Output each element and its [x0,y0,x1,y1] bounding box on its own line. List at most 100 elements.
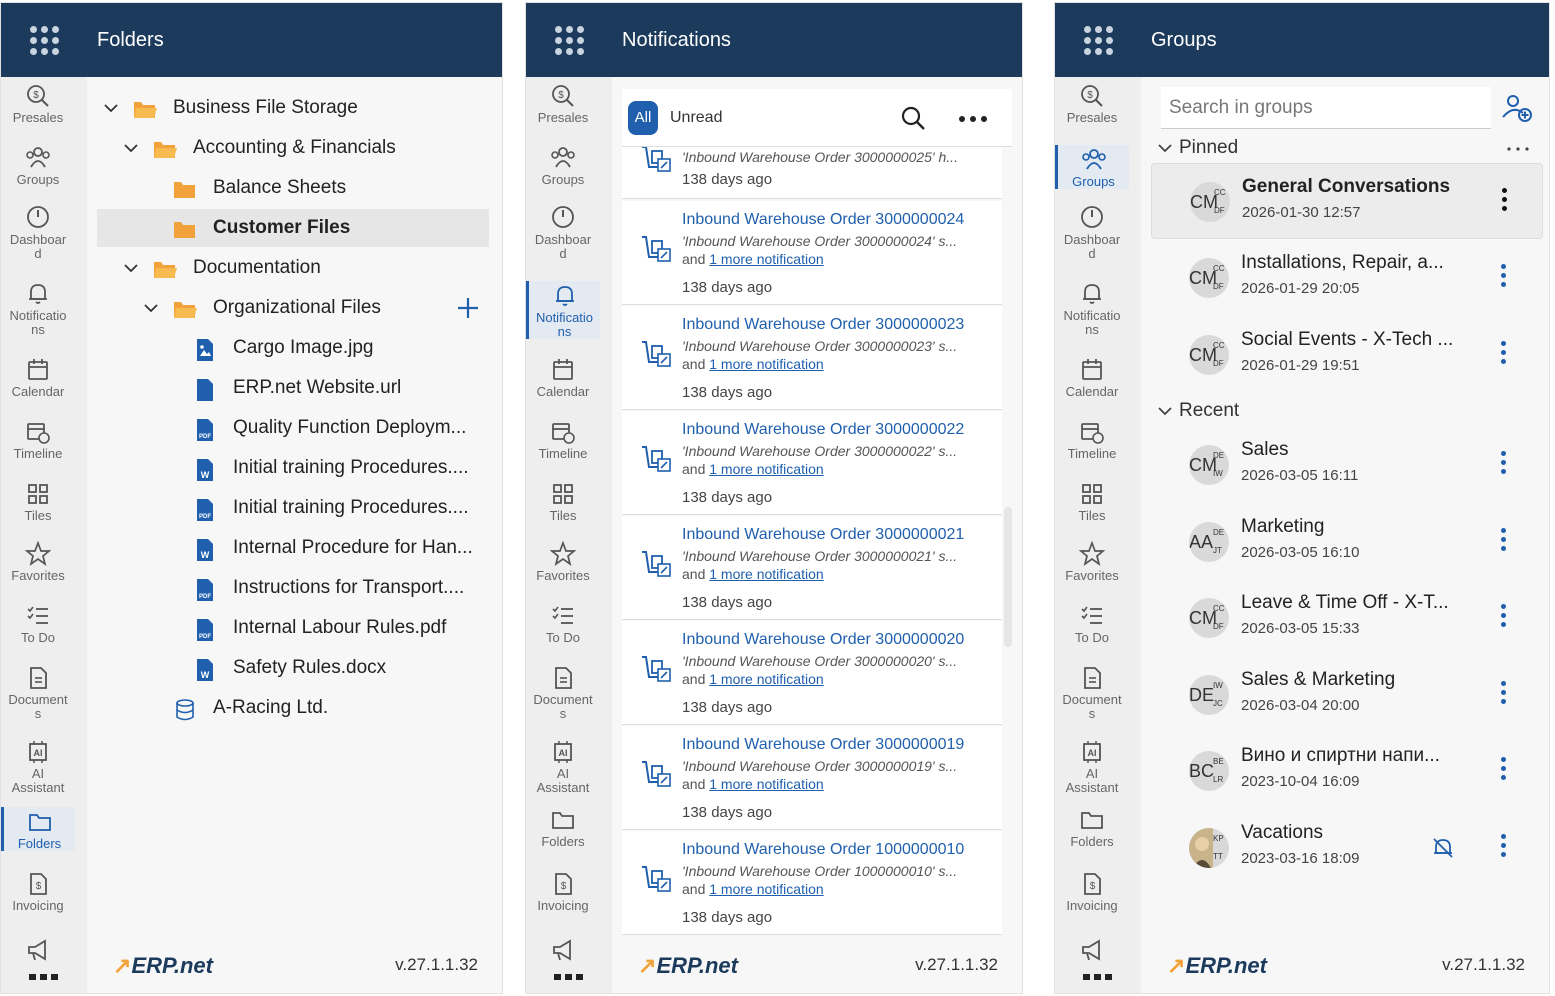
tree-item[interactable]: Balance Sheets [97,169,489,207]
tree-item[interactable]: W Internal Procedure for Han... [97,529,489,567]
search-icon[interactable] [900,105,926,131]
more-notification-link[interactable]: 1 more notification [709,671,823,687]
tree-item[interactable]: Business File Storage [97,89,489,127]
notification-title[interactable]: Inbound Warehouse Order 3000000023 [682,316,964,334]
more-notification-link[interactable]: 1 more notification [709,356,823,372]
nav-item-favorites[interactable]: Favorites [1055,541,1129,583]
nav-item-groups[interactable]: Groups [1055,145,1129,189]
megaphone-icon[interactable] [1079,937,1105,963]
tree-item[interactable]: PDF Internal Labour Rules.pdf [97,609,489,647]
tree-item[interactable]: W Initial training Procedures.... [97,449,489,487]
nav-item-documents[interactable]: Document s [1055,665,1129,721]
megaphone-icon[interactable] [550,937,576,963]
nav-item-notifications[interactable]: Notificatio ns [1055,281,1129,337]
more-notification-link[interactable]: 1 more notification [709,776,823,792]
nav-more-icon[interactable] [1083,973,1113,981]
notification-item[interactable]: Inbound Warehouse Order 3000000024 'Inbou… [622,201,1002,305]
tree-item[interactable]: Accounting & Financials [97,129,489,167]
apps-grid-button[interactable] [1,3,87,77]
group-row[interactable]: AA DE JT Marketing 2026-03-05 16:10 [1151,504,1543,580]
notification-title[interactable]: Inbound Warehouse Order 3000000021 [682,526,964,544]
nav-item-presales[interactable]: $ Presales [1055,83,1129,125]
pinned-more-icon[interactable] [1507,147,1529,151]
group-menu-icon[interactable] [1501,757,1507,784]
nav-item-ai[interactable]: AI AI Assistant [526,739,600,795]
group-menu-icon[interactable] [1501,833,1507,861]
notification-item[interactable]: Inbound Warehouse Order 1000000010 'Inbou… [622,831,1002,935]
notification-item[interactable]: 'Inbound Warehouse Order 3000000025' h..… [622,147,1002,199]
nav-item-todo[interactable]: To Do [526,603,600,645]
tree-item[interactable]: PDF Quality Function Deploym... [97,409,489,447]
recent-section-header[interactable]: Recent [1157,400,1239,422]
nav-item-invoicing[interactable]: $ Invoicing [1055,871,1129,913]
tree-item[interactable]: Organizational Files [97,289,489,327]
nav-item-timeline[interactable]: Timeline [1,419,75,461]
megaphone-icon[interactable] [25,937,51,963]
group-row[interactable]: CM DE IW Sales 2026-03-05 16:11 [1151,427,1543,503]
add-group-icon[interactable] [1501,93,1533,123]
chevron-down-icon[interactable] [143,301,159,315]
nav-item-calendar[interactable]: Calendar [526,357,600,399]
notification-item[interactable]: Inbound Warehouse Order 3000000022 'Inbou… [622,411,1002,515]
nav-item-groups[interactable]: Groups [1,145,75,187]
more-notification-link[interactable]: 1 more notification [709,566,823,582]
nav-item-favorites[interactable]: Favorites [1,541,75,583]
nav-item-notifications[interactable]: Notificatio ns [526,281,600,339]
nav-item-favorites[interactable]: Favorites [526,541,600,583]
group-menu-icon[interactable] [1501,680,1507,708]
nav-item-tiles[interactable]: Tiles [1055,481,1129,523]
nav-item-tiles[interactable]: Tiles [1,481,75,523]
nav-item-invoicing[interactable]: $ Invoicing [1,871,75,913]
filter-unread-tab[interactable]: Unread [670,89,722,147]
nav-item-timeline[interactable]: Timeline [1055,419,1129,461]
chevron-down-icon[interactable] [103,101,119,115]
tree-item[interactable]: A-Racing Ltd. [97,689,489,727]
notification-title[interactable]: Inbound Warehouse Order 1000000010 [682,841,964,859]
apps-grid-button[interactable] [526,3,612,77]
nav-item-dashboard[interactable]: Dashboar d [526,205,600,261]
group-menu-icon[interactable] [1502,188,1508,215]
nav-item-dashboard[interactable]: Dashboar d [1055,205,1129,261]
nav-item-notifications[interactable]: Notificatio ns [1,281,75,337]
nav-item-todo[interactable]: To Do [1,603,75,645]
scrollbar[interactable] [1004,507,1012,647]
nav-item-groups[interactable]: Groups [526,145,600,187]
nav-item-documents[interactable]: Document s [526,665,600,721]
group-menu-icon[interactable] [1501,341,1507,368]
notification-item[interactable]: Inbound Warehouse Order 3000000023 'Inbou… [622,306,1002,410]
tree-item[interactable]: Documentation [97,249,489,287]
group-menu-icon[interactable] [1501,604,1507,631]
nav-more-icon[interactable] [29,973,59,981]
more-options-icon[interactable] [958,115,988,123]
group-menu-icon[interactable] [1501,451,1507,478]
notification-title[interactable]: Inbound Warehouse Order 3000000020 [682,631,964,649]
chevron-down-icon[interactable] [123,261,139,275]
nav-item-documents[interactable]: Document s [1,665,75,721]
filter-all-tab[interactable]: All [628,101,658,135]
tree-item[interactable]: Customer Files [97,209,489,247]
chevron-down-icon[interactable] [123,141,139,155]
nav-item-folders[interactable]: Folders [1055,807,1129,849]
group-row[interactable]: CM CC DF Installations, Repair, a... 2026-01… [1151,240,1543,316]
group-row[interactable]: BC BE LR Вино и спиртни напи... 2023-10-04 1… [1151,733,1543,809]
nav-item-tiles[interactable]: Tiles [526,481,600,523]
apps-grid-button[interactable] [1055,3,1141,77]
nav-item-calendar[interactable]: Calendar [1,357,75,399]
add-icon[interactable] [457,297,479,319]
nav-item-presales[interactable]: $ Presales [526,83,600,125]
notification-item[interactable]: Inbound Warehouse Order 3000000021 'Inbou… [622,516,1002,620]
nav-item-ai[interactable]: AI AI Assistant [1055,739,1129,795]
tree-item[interactable]: W Safety Rules.docx [97,649,489,687]
bell-off-icon[interactable] [1431,836,1455,860]
nav-item-todo[interactable]: To Do [1055,603,1129,645]
more-notification-link[interactable]: 1 more notification [709,461,823,477]
nav-item-presales[interactable]: $ Presales [1,83,75,125]
nav-item-timeline[interactable]: Timeline [526,419,600,461]
group-row[interactable]: CM CC DF General Conversations 2026-01-30 12… [1151,163,1543,239]
tree-item[interactable]: PDF Initial training Procedures.... [97,489,489,527]
notification-title[interactable]: Inbound Warehouse Order 3000000022 [682,421,964,439]
tree-item[interactable]: Cargo Image.jpg [97,329,489,367]
group-menu-icon[interactable] [1501,264,1507,291]
more-notification-link[interactable]: 1 more notification [709,251,823,267]
nav-item-calendar[interactable]: Calendar [1055,357,1129,399]
